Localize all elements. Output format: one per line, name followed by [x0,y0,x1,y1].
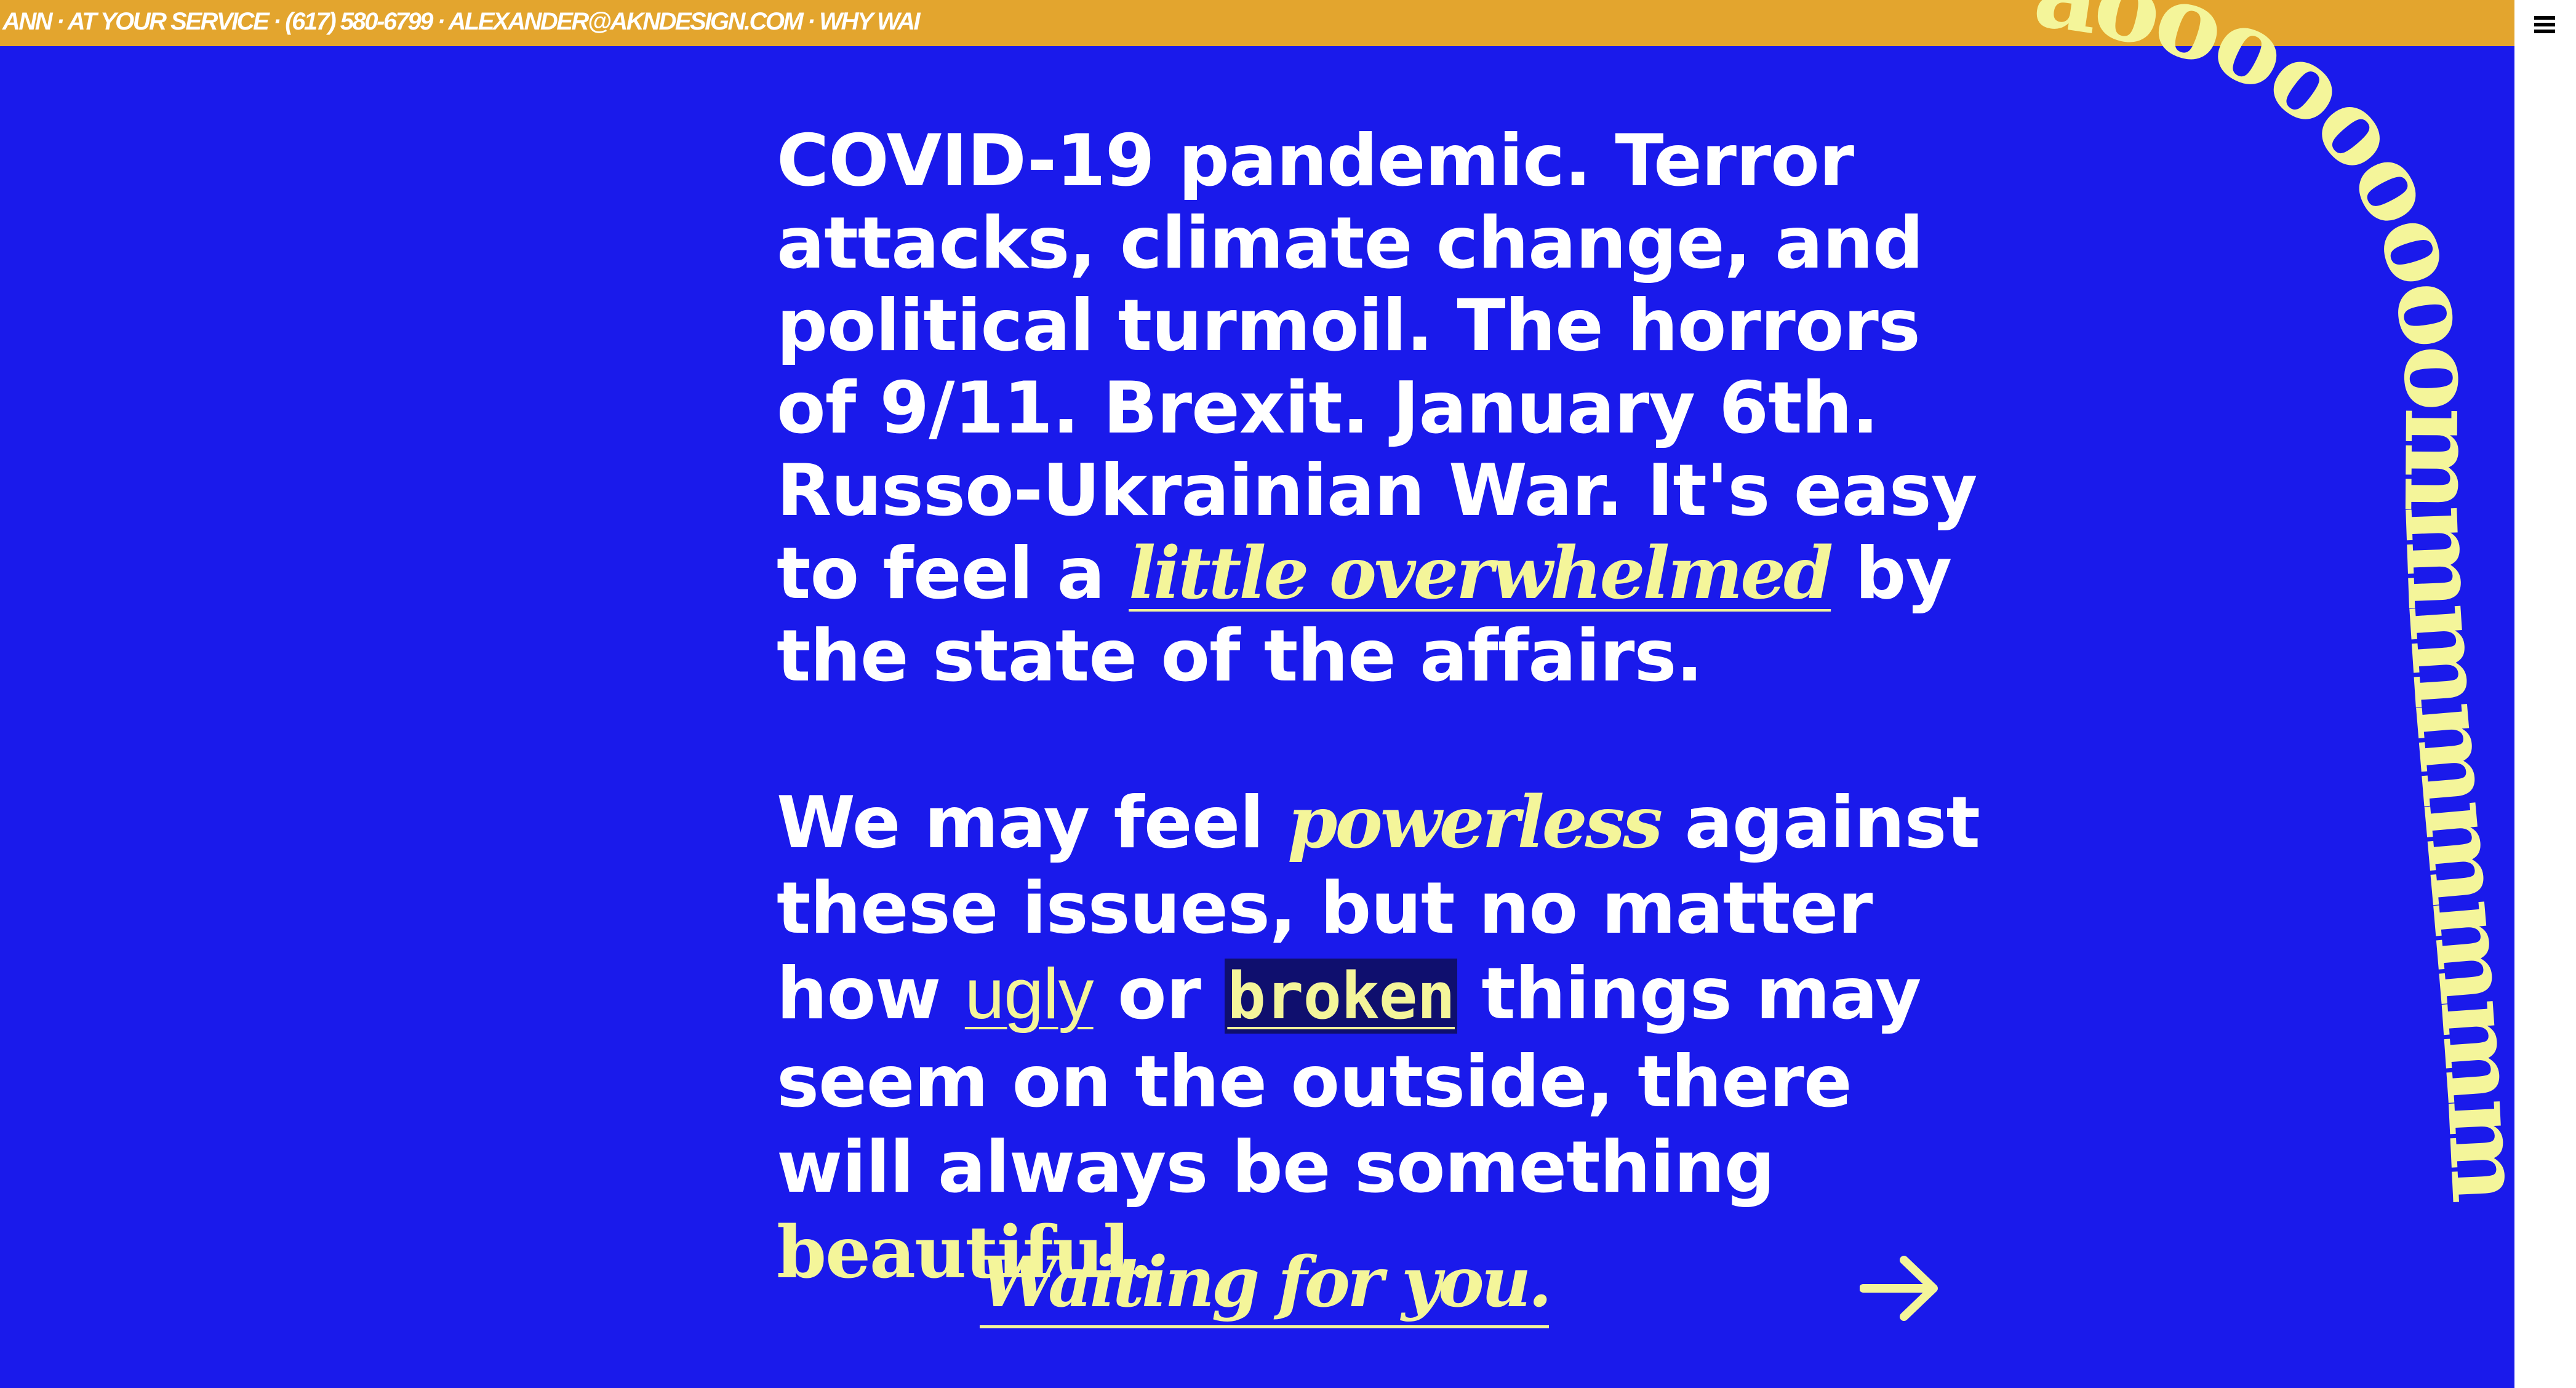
curve-text-path: aooooooooommmmmmmm [2028,0,2551,1203]
paragraph-intro: COVID-19 pandemic. Terror attacks, clima… [777,120,2007,698]
word-powerless: powerless [1287,781,1663,864]
hope-text-c: or [1093,952,1225,1035]
svg-text:aooooooooommmmmmmm: aooooooooommmmmmmm [2028,0,2546,1203]
waiting-for-you-link[interactable]: Waiting for you. [980,1243,1552,1328]
scrollbar-strip [2514,0,2576,1388]
hamburger-menu-icon[interactable] [2534,16,2555,33]
link-ugly[interactable]: ugly [965,954,1094,1034]
link-little-overwhelmed[interactable]: little overwhelmed [1129,532,1833,615]
hope-text-a: We may feel [777,781,1288,864]
link-broken[interactable]: broken [1225,959,1457,1034]
main-copy: COVID-19 pandemic. Terror attacks, clima… [777,120,2007,1296]
paragraph-hope: We may feel powerless against these issu… [777,780,2007,1296]
cta-row: Waiting for you. [777,1243,1946,1341]
arrow-right-icon[interactable] [1860,1251,1946,1325]
